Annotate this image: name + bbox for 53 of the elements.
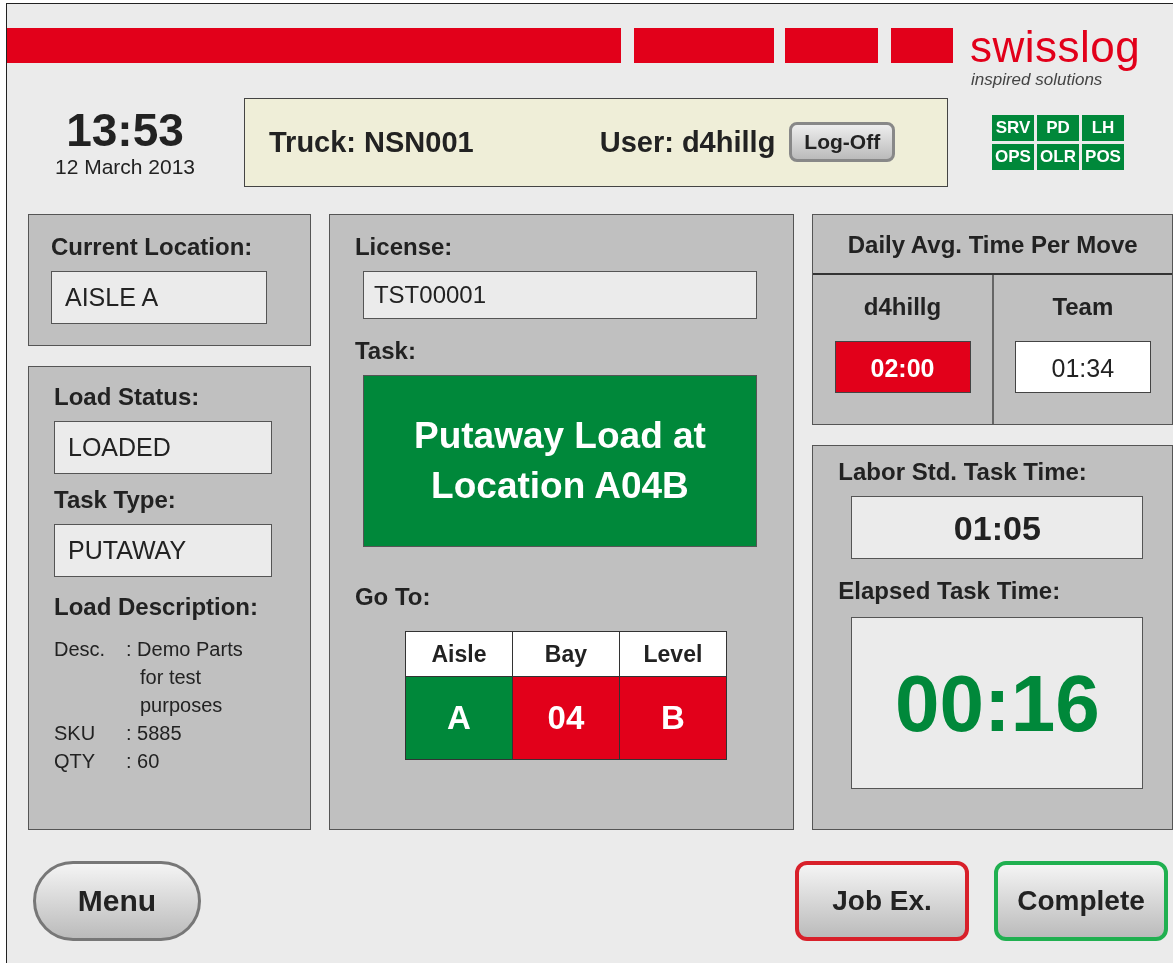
detail-value: : 5885 [126, 721, 183, 746]
field-label: Go To: [354, 583, 432, 611]
menu-button[interactable]: Menu [33, 861, 201, 941]
table-header-cell: Bay [512, 632, 619, 677]
brand-tagline: inspired solutions [971, 70, 1103, 90]
time-field: 01:05 [851, 496, 1144, 559]
license-field: TST00001 [362, 271, 757, 319]
table-header-cell: Aisle [405, 632, 512, 677]
task-text: Location A04B [431, 464, 689, 508]
table-cell: A [405, 677, 512, 759]
status-badge: PD [1037, 114, 1079, 141]
brand-logo: swisslog [970, 24, 1141, 70]
detail-value: purposes [140, 693, 224, 718]
time-field: 01:34 [1014, 341, 1151, 393]
field-label: Load Status: [54, 383, 201, 411]
field-label: License: [354, 233, 454, 261]
header-stripe [891, 28, 953, 63]
detail-value: : Demo Parts [126, 637, 244, 662]
detail-value: for test [140, 665, 203, 690]
column-label: d4hillg [863, 293, 942, 321]
field-label: Labor Std. Task Time: [838, 458, 1088, 486]
status-badge: OLR [1037, 143, 1079, 170]
clock-date: 12 March 2013 [54, 155, 196, 179]
clock-time: 13:53 [66, 105, 184, 155]
detail-value: : 60 [126, 749, 161, 774]
field-label: Current Location: [51, 233, 254, 261]
task-type-field: PUTAWAY [54, 524, 272, 577]
load-status-field: LOADED [54, 421, 272, 474]
field-label: Load Description: [54, 593, 259, 621]
status-badge: OPS [992, 143, 1034, 170]
table-cell: 04 [512, 677, 619, 759]
user-label: User: d4hillg [599, 125, 776, 159]
complete-button[interactable]: Complete [994, 861, 1168, 941]
detail-key: Desc. [54, 635, 126, 719]
status-badge: LH [1082, 114, 1124, 141]
field-label: Elapsed Task Time: [838, 577, 1062, 605]
elapsed-time-field: 00:16 [851, 617, 1144, 789]
location-field: AISLE A [51, 271, 267, 324]
truck-label: Truck: NSN001 [269, 125, 474, 159]
task-text: Putaway Load at [413, 414, 706, 458]
column-label: Team [1052, 293, 1114, 321]
table-cell: B [619, 677, 726, 759]
field-label: Task: [354, 337, 417, 365]
detail-key: SKU [54, 719, 126, 747]
field-label: Task Type: [54, 486, 177, 514]
detail-key: QTY [54, 747, 126, 775]
log-off-button[interactable]: Log-Off [789, 122, 896, 162]
status-badge: POS [1082, 143, 1124, 170]
status-badge: SRV [992, 114, 1034, 141]
exception-button[interactable]: Job Ex. [795, 861, 969, 941]
table-header-cell: Level [619, 632, 726, 677]
time-field: 02:00 [834, 341, 971, 393]
panel-title: Daily Avg. Time Per Move [813, 215, 1172, 275]
